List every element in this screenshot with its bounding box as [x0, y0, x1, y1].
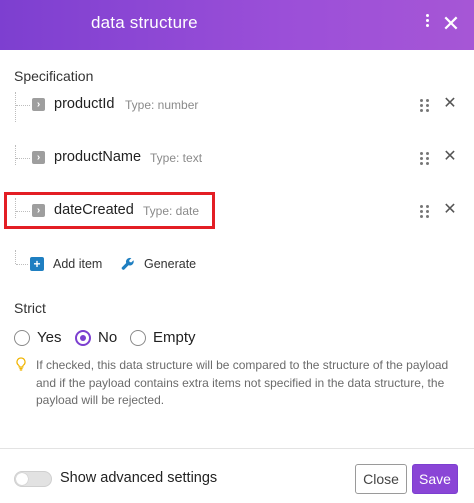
strict-label: Strict — [14, 300, 46, 316]
advanced-settings-label: Show advanced settings — [60, 470, 218, 486]
spec-item-productId[interactable]: › productId Type: number ✕ — [12, 90, 467, 120]
drag-handle-icon[interactable] — [420, 152, 430, 165]
close-button[interactable]: Close — [355, 464, 407, 494]
radio-label: Yes — [37, 329, 62, 346]
advanced-settings-toggle[interactable] — [14, 471, 52, 487]
dialog-header: data structure ✕ — [0, 0, 474, 50]
remove-item-icon[interactable]: ✕ — [442, 94, 458, 114]
item-name: productName — [54, 149, 142, 165]
dialog-title: data structure — [91, 13, 198, 32]
add-item-label: Add item — [53, 257, 103, 271]
radio-label: No — [98, 329, 118, 346]
save-button[interactable]: Save — [412, 464, 458, 494]
remove-item-icon[interactable]: ✕ — [442, 200, 458, 220]
strict-radio-group: Yes No Empty — [14, 328, 314, 350]
remove-item-icon[interactable]: ✕ — [442, 147, 458, 167]
item-type: Type: text — [150, 151, 203, 165]
kebab-menu-icon[interactable] — [420, 12, 434, 34]
plus-icon: + — [30, 257, 44, 271]
spec-actions: + Add item Generate — [12, 252, 312, 276]
highlight-box — [4, 192, 215, 229]
specification-label: Specification — [14, 68, 94, 84]
item-type: Type: number — [125, 98, 199, 112]
generate-label: Generate — [144, 257, 197, 271]
strict-hint: If checked, this data structure will be … — [36, 358, 449, 407]
spec-item-productName[interactable]: › productName Type: text ✕ — [12, 143, 467, 173]
chevron-right-icon[interactable]: › — [32, 151, 45, 164]
radio-circle[interactable] — [130, 330, 146, 346]
drag-handle-icon[interactable] — [420, 99, 430, 112]
radio-label: Empty — [153, 329, 196, 346]
radio-circle[interactable] — [14, 330, 30, 346]
lightbulb-icon — [16, 357, 26, 371]
footer-divider — [0, 448, 474, 449]
item-name: productId — [54, 96, 115, 112]
close-icon[interactable]: ✕ — [440, 12, 462, 36]
radio-circle-checked[interactable] — [75, 330, 91, 346]
chevron-right-icon[interactable]: › — [32, 98, 45, 111]
wrench-icon — [121, 257, 135, 271]
drag-handle-icon[interactable] — [420, 205, 430, 218]
